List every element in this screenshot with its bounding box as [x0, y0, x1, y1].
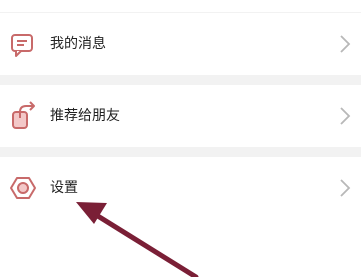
top-row-fragment: [0, 0, 361, 12]
page-background: [0, 219, 361, 277]
menu-item-settings[interactable]: 设置: [0, 157, 361, 219]
menu-item-recommend[interactable]: 推荐给朋友: [0, 85, 361, 147]
message-icon: [11, 34, 33, 57]
share-icon: [12, 101, 35, 129]
menu-item-messages[interactable]: 我的消息: [0, 13, 361, 75]
chevron-right-icon: [340, 35, 351, 53]
settings-icon: [10, 177, 36, 199]
chevron-right-icon: [340, 107, 351, 125]
menu-item-label: 推荐给朋友: [50, 108, 120, 124]
menu-item-label: 设置: [50, 180, 78, 196]
chevron-right-icon: [340, 179, 351, 197]
menu-item-label: 我的消息: [50, 36, 106, 52]
